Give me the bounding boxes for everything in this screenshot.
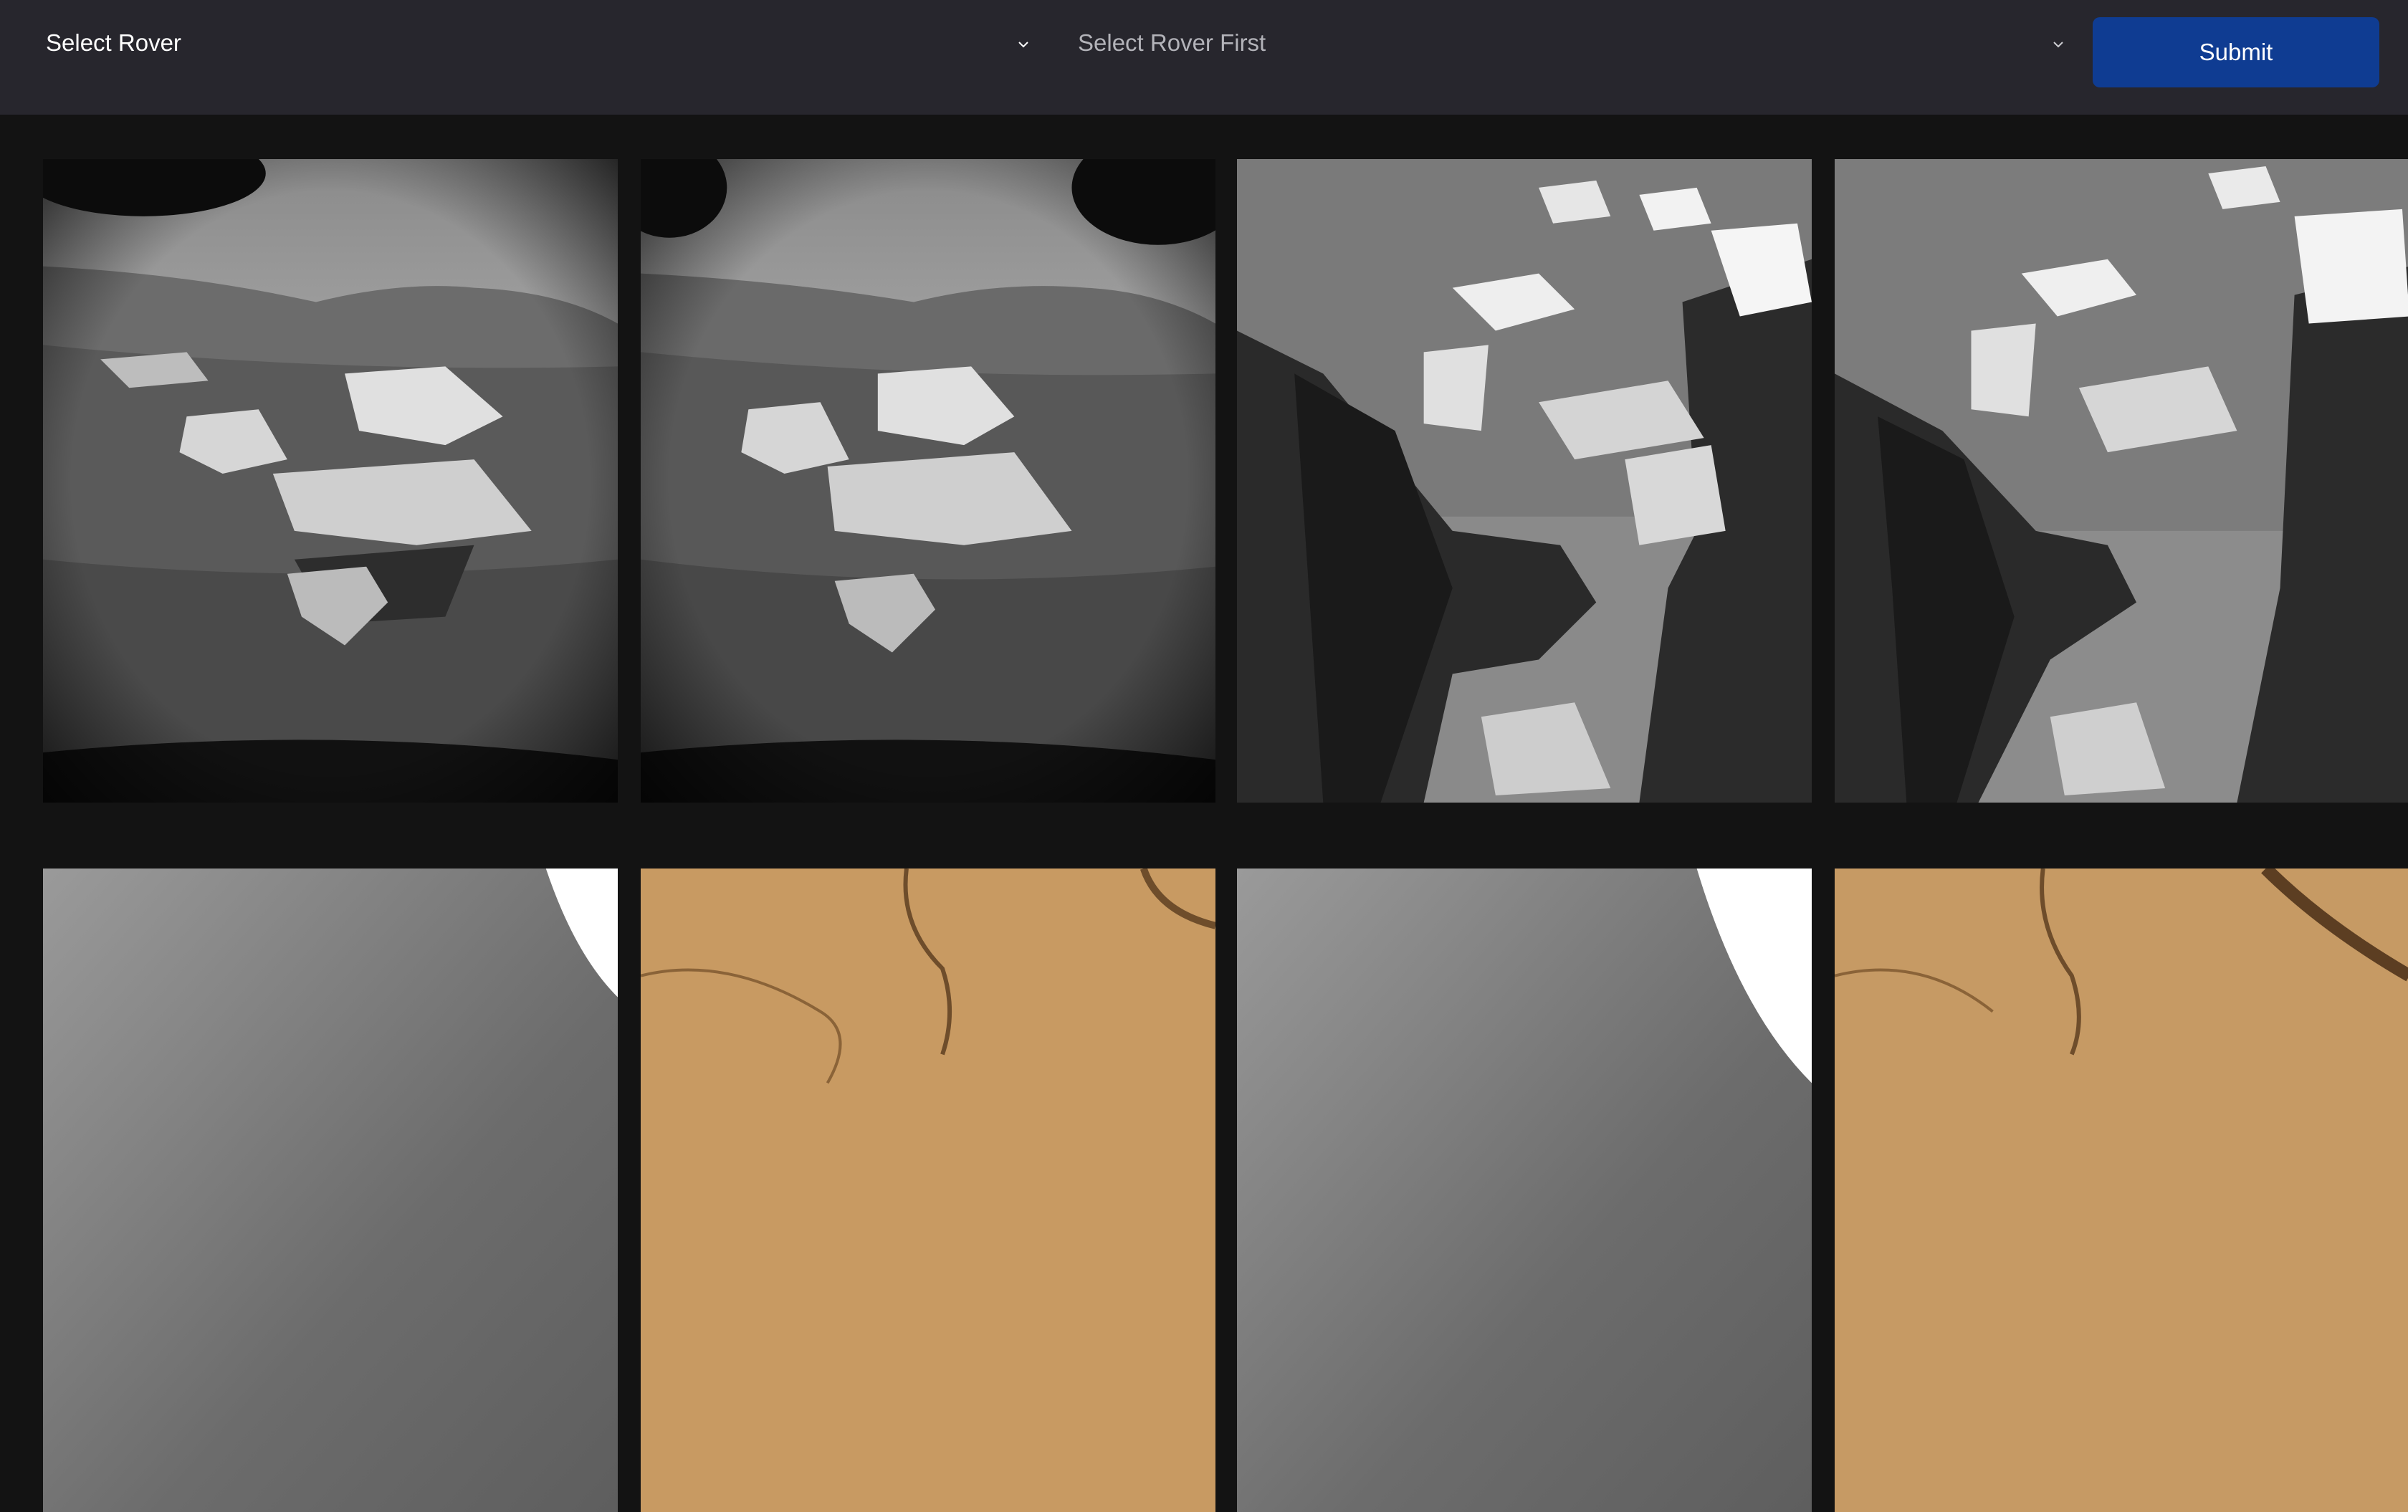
rover-photo[interactable] (1835, 869, 2408, 1512)
rover-photo[interactable] (1237, 869, 1812, 1512)
rover-select[interactable]: Select Rover (0, 14, 1046, 72)
chevron-down-icon (1015, 36, 1032, 53)
top-bar: Select Rover Select Rover First Submit (0, 0, 2408, 115)
camera-select-value: Select Rover First (1078, 29, 1266, 56)
rover-select-value: Select Rover (46, 29, 181, 56)
rover-photo[interactable] (1237, 159, 1812, 803)
chevron-down-icon (2050, 36, 2067, 53)
rover-photo[interactable] (641, 869, 1215, 1512)
camera-select[interactable]: Select Rover First (1032, 14, 2078, 72)
rover-photo[interactable] (43, 159, 618, 803)
rover-photo[interactable] (43, 869, 618, 1512)
rover-photo[interactable] (1835, 159, 2408, 803)
submit-button[interactable]: Submit (2093, 17, 2379, 87)
rover-photo[interactable] (641, 159, 1215, 803)
